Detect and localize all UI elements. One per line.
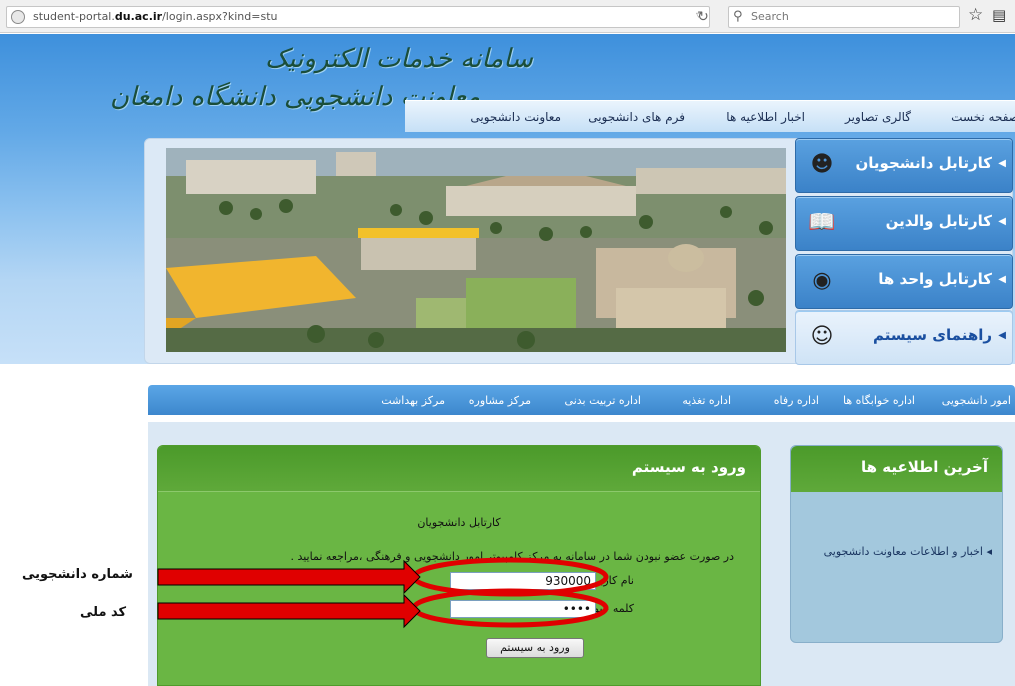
annotation-overlay [157,557,609,629]
annotation-national-code: کد ملی [80,605,127,620]
arrow-to-username [157,559,421,595]
arrow-to-password [157,593,421,629]
annotation-student-number: شماره دانشجویی [22,567,133,582]
